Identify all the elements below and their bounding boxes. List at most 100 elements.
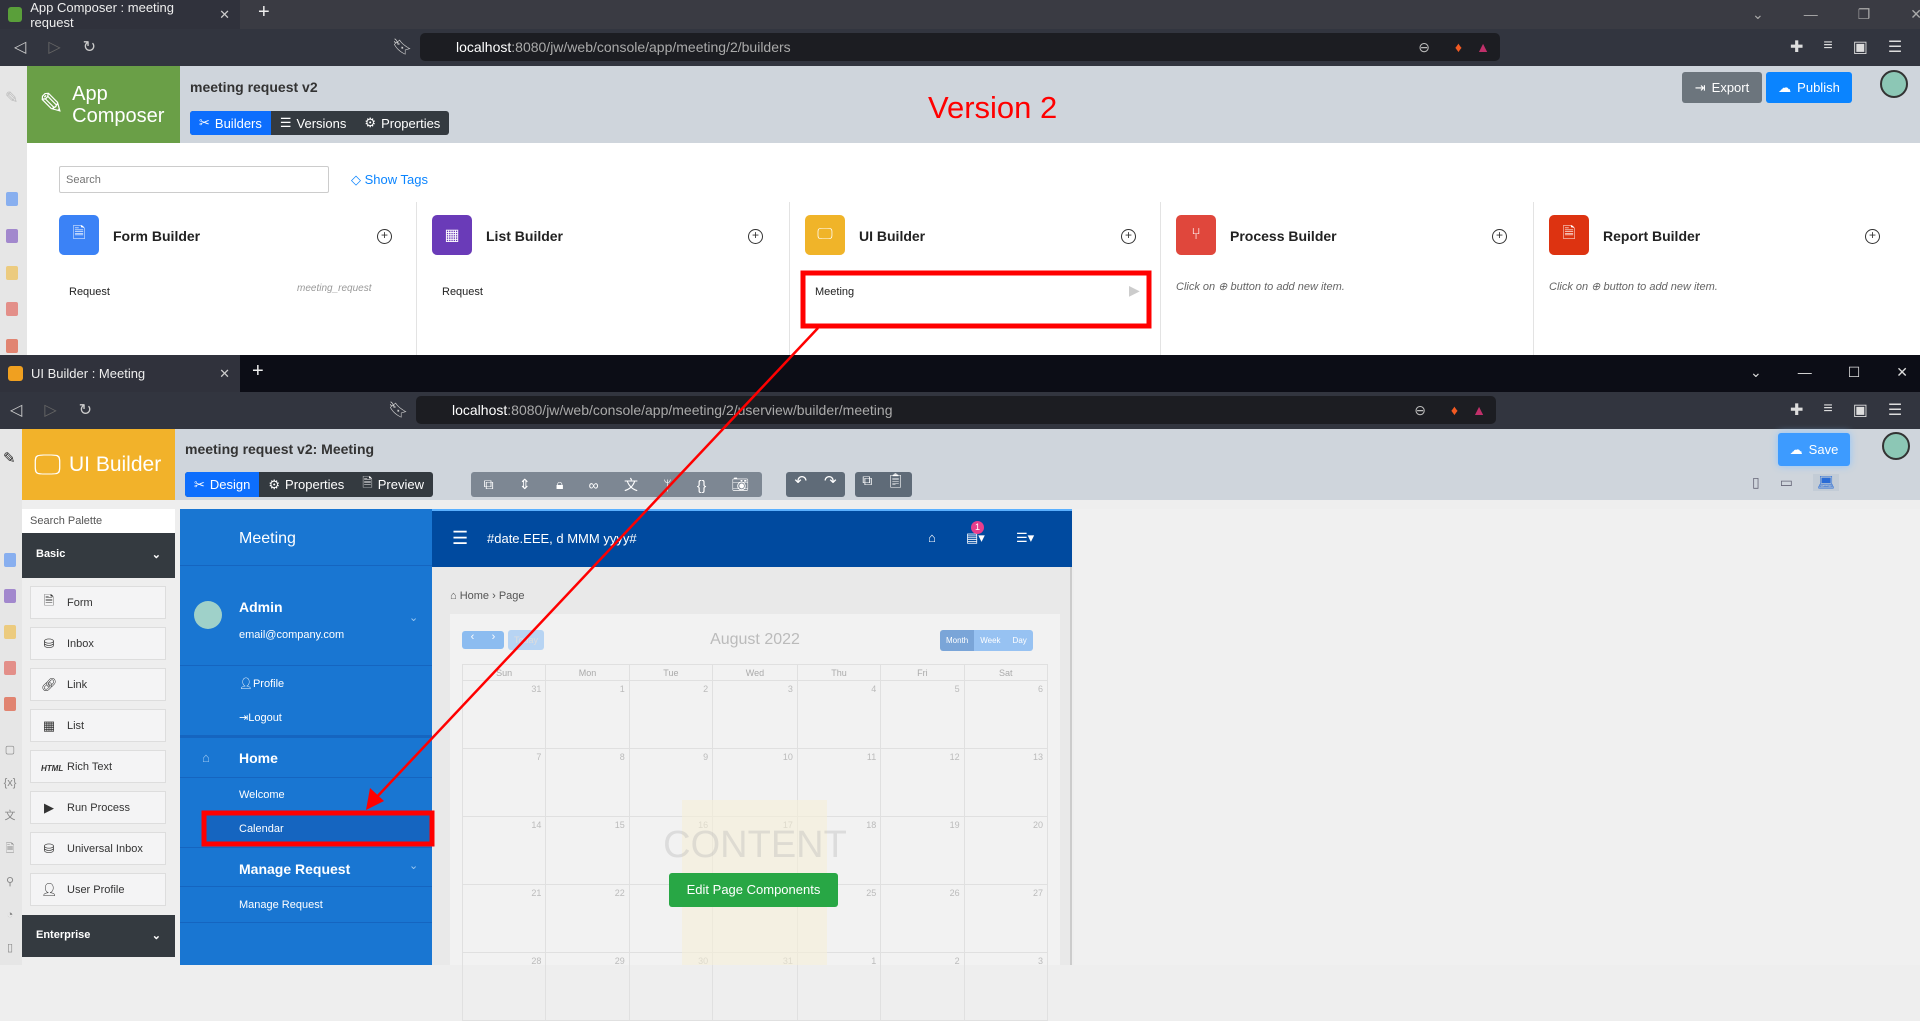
playlist-icon[interactable]: ≡ — [1823, 400, 1832, 420]
tab-properties[interactable]: ⚙ Properties — [355, 111, 449, 135]
bookmark-icon[interactable]: 🔖︎ — [388, 400, 408, 420]
forward-icon[interactable]: ▷ — [48, 37, 60, 57]
day-cell[interactable]: 22 — [545, 884, 630, 953]
menu-profile[interactable]: 👤︎Profile — [239, 677, 284, 690]
desktop-view-icon[interactable]: 💻︎ — [1812, 474, 1839, 491]
reload-icon[interactable]: ↻ — [83, 37, 96, 57]
chevron-down-icon[interactable]: ⌄ — [409, 611, 418, 624]
variable-icon[interactable]: {x} — [2, 767, 18, 800]
palette-item[interactable]: HTML Rich Text — [30, 750, 166, 783]
app-composer-logo[interactable]: ✎ App Composer — [27, 66, 180, 143]
process-icon[interactable] — [6, 302, 18, 316]
list-menu-icon[interactable]: ☰▾ — [1016, 530, 1034, 546]
brave-rewards-icon[interactable]: ▲ — [1476, 39, 1490, 55]
day-cell[interactable]: 5 — [880, 680, 965, 749]
tab-preview[interactable]: 🗎︎ Preview — [353, 472, 433, 497]
menu-calendar[interactable]: Calendar — [239, 823, 284, 835]
performance-icon[interactable]: ◔ — [2, 899, 18, 932]
add-item-icon[interactable]: + — [1121, 229, 1136, 244]
day-cell[interactable]: 3 — [963, 952, 1049, 1021]
add-item-icon[interactable]: + — [377, 229, 392, 244]
day-cell[interactable]: 4 — [796, 680, 882, 749]
palette-item[interactable]: ⛁ Universal Inbox — [30, 832, 166, 865]
maximize-button[interactable]: ☐ — [1848, 364, 1861, 381]
tab-search-icon[interactable]: ⌄ — [1750, 364, 1762, 381]
new-tab-button[interactable]: + — [252, 360, 264, 383]
i18n-icon[interactable]: 文 — [624, 475, 638, 495]
ui-builder-logo[interactable]: 🖵︎ UI Builder — [22, 429, 175, 500]
json-icon[interactable]: {} — [697, 477, 706, 493]
edit-icon[interactable]: ✎ — [3, 449, 16, 467]
address-bar[interactable]: localhost:8080/jw/web/console/app/meetin… — [420, 33, 1500, 61]
builder-item[interactable]: Request — [69, 286, 110, 298]
avatar[interactable] — [1882, 432, 1910, 460]
tab-search-icon[interactable]: ⌄ — [1752, 6, 1764, 23]
ui-icon[interactable] — [4, 625, 16, 639]
day-cell[interactable]: 21 — [461, 884, 547, 953]
tablet-view-icon[interactable]: ▭ — [1780, 474, 1793, 491]
view-day-button[interactable]: Day — [1006, 630, 1033, 651]
palette-search-input[interactable]: Search Palette — [22, 509, 175, 533]
day-cell[interactable]: 2 — [628, 680, 714, 749]
i18n-icon[interactable]: 文 — [2, 800, 18, 833]
show-tags-link[interactable]: ◇ Show Tags — [351, 172, 428, 188]
close-tab-icon[interactable]: ✕ — [219, 366, 230, 382]
undo-icon[interactable]: ↶ — [794, 472, 807, 497]
binoculars-icon[interactable]: ∞ — [589, 477, 599, 493]
report-icon[interactable] — [6, 339, 18, 353]
menu-welcome[interactable]: Welcome — [239, 789, 285, 801]
builder-item[interactable]: Request — [442, 286, 483, 298]
search-input[interactable] — [59, 166, 329, 193]
zoom-icon[interactable]: ⊖ — [1418, 39, 1430, 56]
permission-icon[interactable]: ⇕ — [519, 476, 531, 493]
doc-icon[interactable]: 🗎︎ — [2, 833, 18, 866]
menu-icon[interactable]: ☰ — [1888, 400, 1902, 420]
palette-item[interactable]: ▶ Run Process — [30, 791, 166, 824]
avatar[interactable] — [1880, 70, 1908, 98]
address-bar[interactable]: localhost:8080/jw/web/console/app/meetin… — [416, 396, 1496, 424]
reload-icon[interactable]: ↻ — [79, 400, 92, 420]
export-button[interactable]: ⇥ Export — [1682, 72, 1762, 103]
playlist-icon[interactable]: ≡ — [1823, 37, 1832, 57]
copy-icon[interactable]: ⧉ — [862, 472, 872, 497]
mobile-view-icon[interactable]: ▯ — [1752, 474, 1760, 491]
day-cell[interactable]: 7 — [461, 748, 547, 817]
form-icon[interactable] — [6, 192, 18, 206]
new-tab-button[interactable]: + — [258, 1, 270, 24]
day-cell[interactable]: 6 — [963, 680, 1049, 749]
chevron-down-icon[interactable]: ⌄ — [409, 859, 418, 872]
palette-category-enterprise[interactable]: Enterprise ⌄ — [22, 915, 175, 957]
branch-icon[interactable]: ᛘ — [663, 477, 671, 493]
tab-properties[interactable]: ⚙ Properties — [259, 472, 353, 497]
back-icon[interactable]: ◁ — [10, 400, 22, 420]
edit-page-components-button[interactable]: Edit Page Components — [669, 873, 838, 907]
day-cell[interactable]: 8 — [545, 748, 630, 817]
restore-button[interactable]: ❐ — [1858, 6, 1871, 23]
wallet-icon[interactable]: ▣ — [1853, 37, 1868, 57]
minimize-button[interactable]: — — [1804, 6, 1818, 23]
palette-item[interactable]: 👤︎ User Profile — [30, 873, 166, 906]
tab-versions[interactable]: ☰ Versions — [271, 111, 356, 135]
view-month-button[interactable]: Month — [940, 630, 975, 651]
palette-item[interactable]: 🔗︎ Link — [30, 668, 166, 701]
day-cell[interactable]: 2 — [880, 952, 965, 1021]
publish-button[interactable]: ☁ Publish — [1766, 72, 1852, 103]
process-icon[interactable] — [4, 661, 16, 675]
palette-item[interactable]: ▦ List — [30, 709, 166, 742]
tab-builders[interactable]: ✂ Builders — [190, 111, 271, 135]
home-icon[interactable]: ⌂ — [928, 530, 936, 545]
brave-shield-icon[interactable]: ♦ — [1455, 39, 1462, 55]
palette-item[interactable]: 🗎︎ Form — [30, 586, 166, 619]
add-item-icon[interactable]: + — [748, 229, 763, 244]
tree-icon[interactable]: ⧉ — [484, 476, 494, 493]
screenshot-icon[interactable]: 📷︎ — [732, 476, 750, 493]
menu-category-manage-request[interactable]: Manage Request — [239, 861, 350, 877]
forward-icon[interactable]: ▷ — [44, 400, 56, 420]
breadcrumb-home[interactable]: ⌂ Home — [450, 590, 489, 602]
palette-item[interactable]: ⛁ Inbox — [30, 627, 166, 660]
day-cell[interactable]: 28 — [461, 952, 547, 1021]
edit-icon[interactable]: ✎ — [5, 88, 18, 108]
menu-logout[interactable]: ⇥Logout — [239, 711, 282, 724]
day-cell[interactable]: 31 — [461, 680, 547, 749]
day-cell[interactable]: 3 — [712, 680, 798, 749]
